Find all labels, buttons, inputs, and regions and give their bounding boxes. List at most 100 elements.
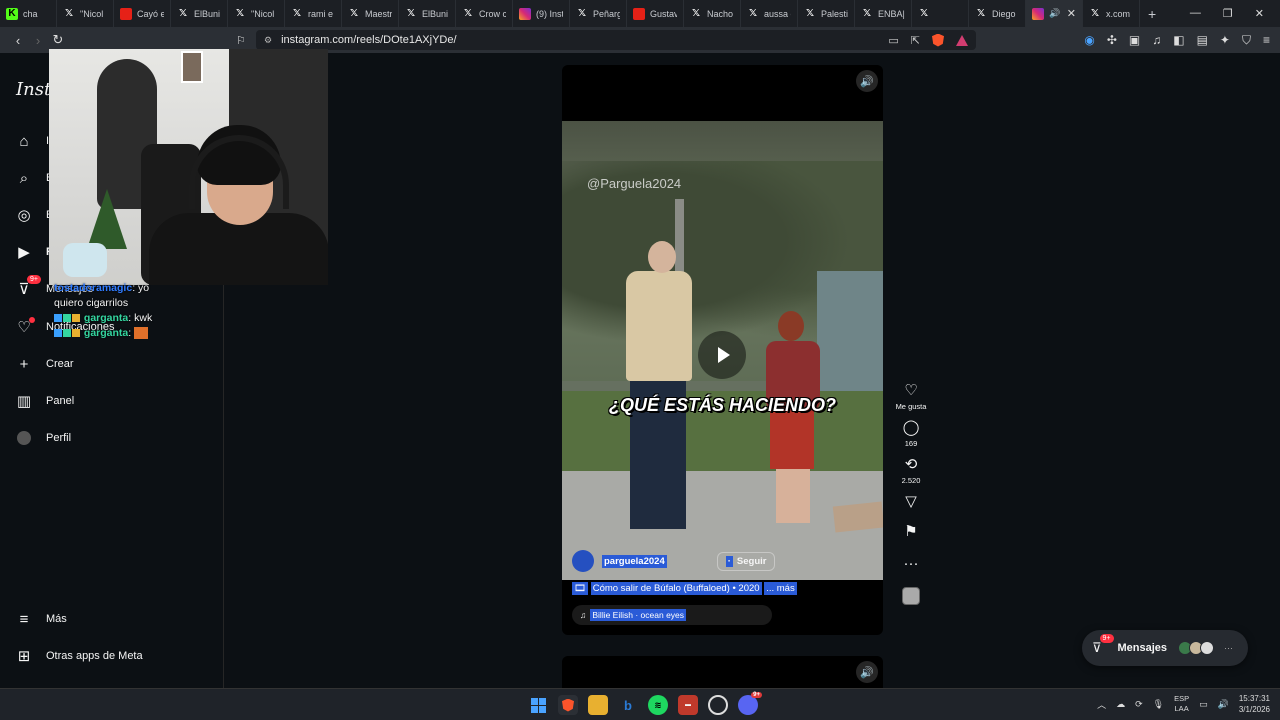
music-icon[interactable]: ♫ [1152,33,1161,48]
browser-tab[interactable]: Gustav [627,0,684,27]
language-indicator[interactable]: ESP LAA [1174,694,1189,714]
browser-tab[interactable]: 𝕏 Peñarg [570,0,627,27]
x-icon: 𝕏 [235,8,245,19]
wallet-icon[interactable]: ▤ [1197,33,1208,48]
author-username[interactable]: parguela2024 [602,554,667,568]
browser-tab[interactable]: 𝕏 Crow c [456,0,513,27]
sidebar-item-dashboard[interactable]: ▥ Panel [16,393,74,410]
audio-thumbnail[interactable] [902,587,920,605]
tab-title: "Nicol [251,8,275,19]
volume-icon[interactable]: 🔊 [856,661,878,683]
clock[interactable]: 15:37:31 3/1/2026 [1239,693,1270,715]
comment-button[interactable]: ◯ 169 [903,419,920,448]
back-icon[interactable]: ‹ [8,33,28,48]
share-icon[interactable]: ⇱ [911,34,920,47]
repost-icon: ⟲ [904,456,918,473]
browser-tab[interactable]: 𝕏aussa c [741,0,798,27]
microphone-icon[interactable]: 🎙 [1153,699,1164,710]
repost-button[interactable]: ⟲ 2.520 [902,456,921,485]
browser-tab[interactable]: 𝕏 [912,0,969,27]
house [817,271,883,391]
browser-tab[interactable]: 𝕏 ElBuni [399,0,456,27]
speaker-icon[interactable]: 🔊 [1218,699,1229,710]
share-button[interactable]: ▽ [905,493,917,511]
avatar[interactable] [572,550,594,572]
sidebar-item-create[interactable]: + Crear [16,356,74,373]
reel-actions: ♡ Me gusta ◯ 169 ⟲ 2.520 ▽ ⚑ ··· [890,382,932,605]
new-tab-button[interactable]: + [1140,6,1164,22]
x-icon: 𝕏 [178,8,188,19]
screenshot-icon[interactable]: ▣ [1129,33,1140,48]
sidebar-item-search[interactable]: ⌕ B [16,170,54,187]
browser-tab[interactable]: 𝕏 "Nicol [228,0,285,27]
browser-tab[interactable]: (9) Inst [513,0,570,27]
sidebar-item-more[interactable]: ≡ Más [16,611,67,628]
browser-tab[interactable]: Kcha [0,0,57,27]
browser-tab[interactable]: 𝕏rami e [285,0,342,27]
bing-icon[interactable]: b [618,695,638,715]
file-explorer-icon[interactable] [588,695,608,715]
discord-icon[interactable]: 9+ [738,692,762,715]
send-icon: ▽ [905,493,917,510]
like-button[interactable]: ♡ Me gusta [896,382,927,411]
chevron-up-icon[interactable]: ︿ [1097,698,1106,711]
tab-title: Cayó e [137,8,164,19]
close-window-icon[interactable]: ✕ [1255,7,1264,20]
browser-tab[interactable]: 𝕏 ElBuni [171,0,228,27]
obs-icon[interactable]: ▬ [678,695,698,715]
browser-tab[interactable]: 𝕏 Nacho [684,0,741,27]
tab-title: "Nicol [80,8,104,19]
reload-icon[interactable]: ↻ [48,32,68,48]
menu-icon[interactable]: ≡ [1263,33,1270,48]
audio-playing-icon[interactable]: ◉ [1084,33,1094,48]
volume-icon[interactable]: 🔊 [856,70,878,92]
messages-pill[interactable]: ⊽ 9+ Mensajes ··· [1082,630,1248,666]
save-button[interactable]: ⚑ [904,523,917,541]
close-icon[interactable]: ✕ [1067,7,1076,20]
speaker-icon[interactable]: 🔊 [1049,8,1060,19]
brave-shields-icon[interactable] [932,33,944,47]
more-options-button[interactable]: ··· [904,555,919,573]
browser-tab[interactable]: 𝕏 ENBA| [855,0,912,27]
url-field[interactable]: ⚙ instagram.com/reels/DOte1AXjYDe/ ▭ ⇱ [256,30,976,50]
tab-title: Diego [992,8,1016,19]
start-icon[interactable] [528,695,548,715]
minimize-icon[interactable]: — [1190,7,1201,20]
maximize-icon[interactable]: ❐ [1223,7,1233,20]
sidebar-item-profile[interactable]: Perfil [16,430,71,446]
sync-icon[interactable]: ⟳ [1135,699,1143,710]
obs-studio-icon[interactable] [708,695,728,715]
brave-rewards-icon[interactable] [956,34,968,46]
avatar [1200,641,1215,655]
play-icon[interactable] [698,331,746,379]
network-icon[interactable]: ▭ [1199,699,1208,710]
cast-icon[interactable]: ▭ [888,34,898,47]
onedrive-icon[interactable]: ☁ [1116,699,1125,710]
browser-tab[interactable]: 𝕏 Maestr [342,0,399,27]
brave-icon[interactable] [558,695,578,715]
reel-video[interactable]: @Parguela2024 ¿QUÉ ESTÁS HACIENDO? [562,121,883,580]
kick-icon: K [6,7,18,20]
reel-audio[interactable]: ♫ Billie Eilish · ocean eyes [572,605,772,625]
spotify-icon[interactable]: ≋ [648,695,668,715]
sidebar-toggle-icon[interactable]: ◧ [1173,33,1184,48]
bookmark-icon[interactable]: ⚐ [236,34,246,47]
site-info-icon[interactable]: ⚙ [264,35,272,46]
sidebar-item-meta-apps[interactable]: ⊞ Otras apps de Meta [16,648,143,665]
browser-tab[interactable]: 🔊 ✕ [1026,0,1083,27]
vpn-icon[interactable]: ⛉ [1242,33,1251,48]
sidebar-item-explore[interactable]: ◎ E [16,207,53,224]
leo-icon[interactable]: ✦ [1220,33,1230,48]
browser-tab[interactable]: 𝕏 Diego [969,0,1026,27]
browser-tab[interactable]: 𝕏 Palesti [798,0,855,27]
caption-more-link[interactable]: ... más [764,582,797,595]
extensions-icon[interactable]: ✣ [1107,33,1117,48]
youtube-icon [120,7,132,20]
forward-icon[interactable]: › [28,33,48,48]
tab-title: (9) Inst [536,8,563,19]
browser-tab[interactable]: 𝕏 "Nicol [57,0,114,27]
browser-tab[interactable]: 𝕏x.com [1083,0,1140,27]
follow-button[interactable]: · Seguir [716,551,776,571]
next-reel[interactable]: 🔊 [562,656,883,688]
browser-tab[interactable]: Cayó e [114,0,171,27]
